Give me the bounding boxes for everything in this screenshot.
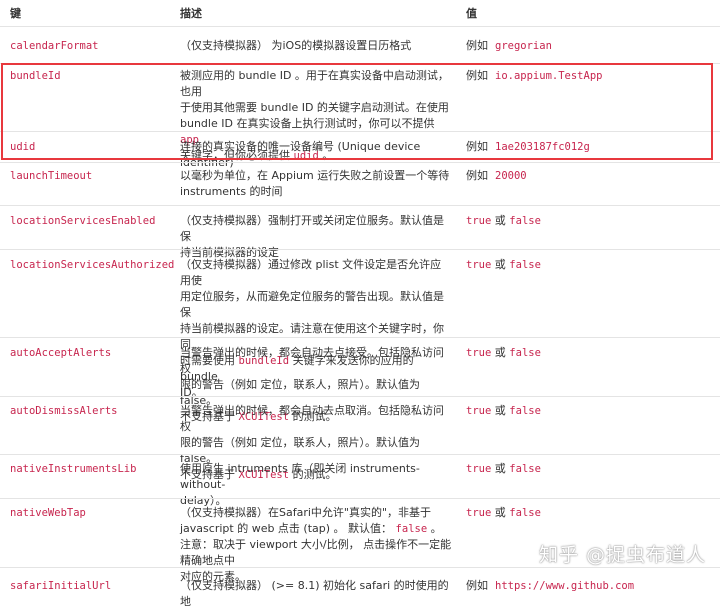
example-value: io.appium.TestApp [495,70,603,82]
header-description: 描述 [180,7,202,20]
cap-value: 例如 20000 [466,168,716,184]
desc-text: （仅支持模拟器）强制打开或关闭定位服务。默认值是保 [180,214,444,243]
cap-key: calendarFormat [10,40,99,52]
cap-key: bundleId [10,70,61,82]
cap-key: nativeWebTap [10,507,86,519]
example-value: https://www.github.com [495,580,635,592]
desc-text: （仅支持模拟器）通过修改 plist 文件设定是否允许应用使 [180,258,442,287]
value-true: true [466,463,492,475]
value-true: true [466,507,492,519]
desc-text: bundle ID 在真实设备上执行测试时，你可以不提供 [180,117,435,130]
or-word: 或 [491,346,510,359]
value-false: false [509,507,541,519]
desc-text: 当警告弹出的时候，都会自动去点取消。包括隐私访问权 [180,404,444,433]
desc-text: （仅支持模拟器）在Safari中允许"真实的"，非基于 [180,506,432,519]
cap-description: （仅支持模拟器） (>= 8.1) 初始化 safari 的时使用的地 [180,578,452,610]
inline-code: false [395,523,428,535]
or-word: 或 [491,506,510,519]
header-value: 值 [466,7,477,20]
value-true: true [466,215,492,227]
cap-value: 例如 https://www.github.com [466,578,716,594]
value-false: false [509,463,541,475]
table-row: locationServicesAuthorized （仅支持模拟器）通过修改 p… [0,249,720,399]
value-false: false [509,347,541,359]
example-prefix: 例如 [466,69,488,82]
example-value: 1ae203187fc012g [495,141,590,153]
value-true: true [466,405,492,417]
cap-value: 例如 1ae203187fc012g [466,139,716,155]
table-row: locationServicesEnabled （仅支持模拟器）强制打开或关闭定位… [0,205,720,259]
desc-text: javascript 的 web 点击 (tap) 。 默认值： [180,522,396,535]
example-value: 20000 [495,170,527,182]
example-prefix: 例如 [466,39,488,52]
cap-description: （仅支持模拟器） 为iOS的模拟器设置日历格式 [180,38,452,54]
desc-text: 以毫秒为单位，在 Appium 运行失败之前设置一个等待 [180,169,450,182]
cap-key: locationServicesAuthorized [10,259,175,271]
or-word: 或 [491,258,510,271]
desc-text: 当警告弹出的时候，都会自动去点接受。包括隐私访问权 [180,346,444,375]
table-row: launchTimeout 以毫秒为单位，在 Appium 运行失败之前设置一个等… [0,162,720,206]
cap-key: autoDismissAlerts [10,405,118,417]
example-prefix: 例如 [466,140,488,153]
example-prefix: 例如 [466,169,488,182]
cap-key: locationServicesEnabled [10,215,156,227]
header-key: 键 [10,7,21,20]
table-header: 键 描述 值 [0,6,720,26]
cap-value: true 或 false [466,345,716,361]
cap-description: 以毫秒为单位，在 Appium 运行失败之前设置一个等待 instruments … [180,168,452,200]
cap-value: 例如 io.appium.TestApp [466,68,716,84]
cap-key: udid [10,141,36,153]
cap-value: true 或 false [466,403,716,419]
table-row: autoDismissAlerts 当警告弹出的时候，都会自动去点取消。包括隐私访… [0,396,720,481]
desc-text: 于使用其他需要 bundle ID 的关键字启动测试。在使用 [180,101,449,114]
value-false: false [509,259,541,271]
value-false: false [509,215,541,227]
cap-value: true 或 false [466,213,716,229]
cap-value: true 或 false [466,257,716,273]
cap-key: nativeInstrumentsLib [10,463,137,475]
desc-text: （仅支持模拟器） 为iOS的模拟器设置日历格式 [180,39,412,52]
desc-text: 被测应用的 bundle ID 。用于在真实设备中启动测试，也用 [180,69,449,98]
or-word: 或 [491,214,510,227]
cap-value: true 或 false [466,505,716,521]
example-prefix: 例如 [466,579,488,592]
table-row: nativeInstrumentsLib 使用原生 intruments 库（即关… [0,454,720,507]
cap-key: autoAcceptAlerts [10,347,112,359]
desc-text: （仅支持模拟器） (>= 8.1) 初始化 safari 的时使用的地 [180,579,449,608]
table-row: autoAcceptAlerts 当警告弹出的时候，都会自动去点接受。包括隐私访问… [0,337,720,423]
or-word: 或 [491,462,510,475]
desc-text: 取决于 viewport 大小/比例， 点击操作不一定能精确地点中 [180,538,452,567]
table-row: udid 连接的真实设备的唯一设备编号 (Unique device identi… [0,131,720,169]
desc-text: 用定位服务，从而避免定位服务的警告出现。默认值是保 [180,290,444,319]
example-value: gregorian [495,40,552,52]
cap-value: 例如 gregorian [466,38,716,54]
value-true: true [466,259,492,271]
watermark: 知乎 @捉虫布道人 [538,544,706,566]
value-true: true [466,347,492,359]
table-row: calendarFormat （仅支持模拟器） 为iOS的模拟器设置日历格式 例如 … [0,26,720,64]
desc-text: 使用原生 intruments 库（即关闭 instruments-withou… [180,462,420,491]
table-row: safariInitialUrl （仅支持模拟器） (>= 8.1) 初始化 sa… [0,567,720,608]
or-word: 或 [491,404,510,417]
cap-key: safariInitialUrl [10,580,112,592]
cap-key: launchTimeout [10,170,93,182]
desc-text: instruments 的时间 [180,185,283,198]
table-row: bundleId 被测应用的 bundle ID 。用于在真实设备中启动测试，也用… [0,63,720,162]
cap-value: true 或 false [466,461,716,477]
value-false: false [509,405,541,417]
